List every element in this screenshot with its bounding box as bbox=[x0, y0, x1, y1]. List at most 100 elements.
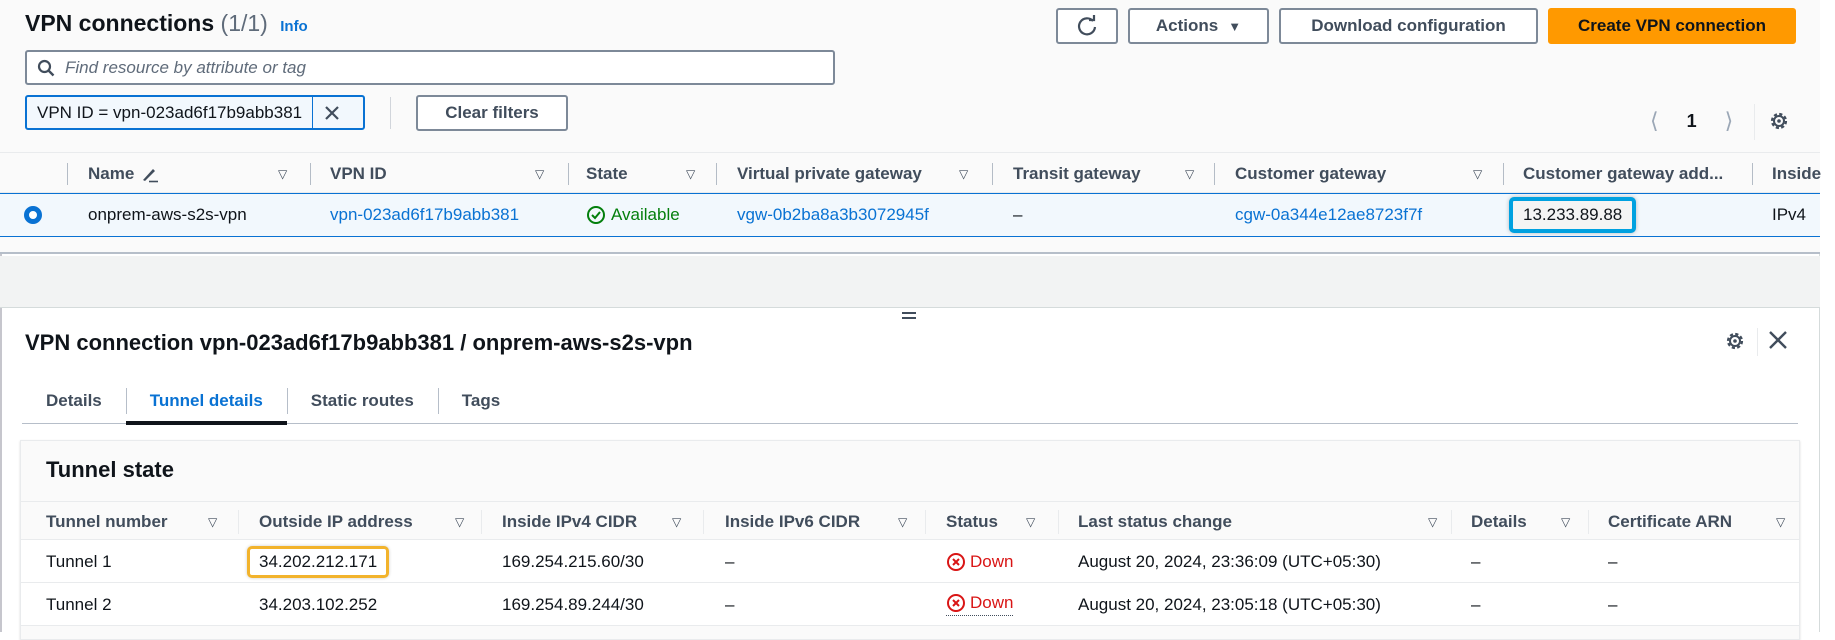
column-header-inside-ipv4[interactable]: Inside IPv4 CIDR ▽ bbox=[502, 502, 681, 541]
cell-tunnel-number: Tunnel 2 bbox=[46, 594, 112, 614]
cell-outside-ip: 34.203.102.252 bbox=[259, 594, 378, 614]
next-page-icon[interactable]: ⟩ bbox=[1725, 108, 1734, 134]
filter-token: VPN ID = vpn-023ad6f17b9abb381 bbox=[25, 95, 365, 130]
tab-details[interactable]: Details bbox=[22, 378, 126, 424]
column-label: VPN ID bbox=[330, 163, 387, 183]
column-label: Virtual private gateway bbox=[737, 163, 922, 183]
sort-icon[interactable]: ▽ bbox=[1473, 167, 1482, 181]
column-header-last-status-change[interactable]: Last status change ▽ bbox=[1078, 502, 1437, 541]
cell-inside-ipv6: – bbox=[725, 594, 735, 614]
search-input[interactable] bbox=[63, 56, 823, 79]
column-header-tunnel-number[interactable]: Tunnel number ▽ bbox=[46, 502, 217, 541]
create-vpn-connection-button[interactable]: Create VPN connection bbox=[1548, 8, 1796, 44]
tunnel-state-title: Tunnel state bbox=[46, 457, 174, 482]
actions-label: Actions bbox=[1155, 16, 1219, 35]
column-header-certificate-arn[interactable]: Certificate ARN ▽ bbox=[1608, 502, 1785, 541]
column-divider bbox=[716, 163, 717, 185]
row-select-radio[interactable] bbox=[24, 194, 42, 236]
column-header-cgw-address[interactable]: Customer gateway add... bbox=[1523, 153, 1723, 194]
filter-token-label: VPN ID = vpn-023ad6f17b9abb381 bbox=[27, 97, 314, 128]
cell-status: Down bbox=[946, 583, 1014, 626]
cell-inside: IPv4 bbox=[1772, 205, 1807, 224]
tab-tunnel-details[interactable]: Tunnel details bbox=[125, 378, 287, 425]
sort-icon[interactable]: ▽ bbox=[1185, 167, 1194, 181]
sort-icon[interactable]: ▽ bbox=[535, 167, 544, 181]
download-configuration-button[interactable]: Download configuration bbox=[1279, 8, 1538, 44]
column-header-state[interactable]: State ▽ bbox=[586, 153, 695, 194]
cell-inside-ipv4: 169.254.215.60/30 bbox=[502, 551, 644, 571]
column-label: Inside IPv4 CIDR bbox=[502, 511, 638, 531]
sort-icon[interactable]: ▽ bbox=[1026, 515, 1035, 529]
vpn-connections-panel: VPN connections (1/1) Info Actions ▼ Dow… bbox=[0, 0, 1821, 254]
vgw-link[interactable]: vgw-0b2ba8a3b3072945f bbox=[737, 194, 929, 236]
close-detail-button[interactable] bbox=[1766, 328, 1790, 357]
sort-icon[interactable]: ▽ bbox=[959, 167, 968, 181]
column-header-inside[interactable]: Inside bbox=[1772, 153, 1821, 194]
column-divider bbox=[568, 163, 569, 185]
actions-dropdown[interactable]: Actions ▼ bbox=[1128, 8, 1269, 44]
column-header-status[interactable]: Status ▽ bbox=[946, 502, 1035, 541]
column-divider bbox=[703, 510, 704, 534]
cell-inside-ipv6: – bbox=[725, 551, 735, 571]
cgw-link[interactable]: cgw-0a344e12ae8723f7f bbox=[1235, 194, 1422, 236]
column-header-details[interactable]: Details ▽ bbox=[1471, 502, 1570, 541]
column-header-vgw[interactable]: Virtual private gateway ▽ bbox=[737, 153, 968, 194]
search-field[interactable] bbox=[25, 50, 835, 85]
sort-icon[interactable]: ▽ bbox=[278, 167, 287, 181]
vpn-connections-table: Name ▽ VPN ID ▽ State ▽ Virtual private … bbox=[0, 152, 1821, 237]
clear-filters-button[interactable]: Clear filters bbox=[416, 95, 568, 131]
sort-icon[interactable]: ▽ bbox=[1776, 515, 1785, 529]
filter-divider bbox=[390, 97, 391, 129]
vpn-id-link[interactable]: vpn-023ad6f17b9abb381 bbox=[330, 194, 519, 236]
column-header-vpn-id[interactable]: VPN ID ▽ bbox=[330, 153, 544, 194]
column-label: Inside IPv6 CIDR bbox=[725, 511, 861, 531]
sort-icon[interactable]: ▽ bbox=[1561, 515, 1570, 529]
radio-selected-icon bbox=[24, 206, 42, 224]
close-icon bbox=[325, 105, 339, 120]
current-page[interactable]: 1 bbox=[1687, 111, 1697, 132]
resize-handle[interactable] bbox=[902, 312, 916, 322]
cell-name: onprem-aws-s2s-vpn bbox=[88, 205, 247, 224]
tab-static-routes[interactable]: Static routes bbox=[286, 378, 438, 424]
sort-icon[interactable]: ▽ bbox=[898, 515, 907, 529]
table-preferences-button[interactable] bbox=[1768, 110, 1790, 137]
column-header-cgw[interactable]: Customer gateway ▽ bbox=[1235, 153, 1482, 194]
check-circle-icon bbox=[587, 206, 605, 224]
split-panel-gutter bbox=[0, 256, 1820, 308]
sort-icon[interactable]: ▽ bbox=[672, 515, 681, 529]
tunnel-row: Tunnel 1 34.202.212.171 169.254.215.60/3… bbox=[21, 540, 1799, 583]
cell-certificate-arn: – bbox=[1608, 551, 1618, 571]
status-badge[interactable]: Down bbox=[946, 593, 1014, 616]
column-header-inside-ipv6[interactable]: Inside IPv6 CIDR ▽ bbox=[725, 502, 907, 541]
cell-tunnel-number: Tunnel 1 bbox=[46, 551, 112, 571]
cgw-address-highlight: 13.233.89.88 bbox=[1509, 197, 1637, 233]
cell-details: – bbox=[1471, 594, 1481, 614]
detail-panel-title: VPN connection vpn-023ad6f17b9abb381 / o… bbox=[25, 330, 693, 355]
column-header-outside-ip[interactable]: Outside IP address ▽ bbox=[259, 502, 464, 541]
column-divider bbox=[1752, 163, 1753, 185]
column-header-name[interactable]: Name ▽ bbox=[88, 153, 287, 194]
remove-filter-button[interactable] bbox=[313, 105, 351, 121]
detail-header-divider bbox=[1757, 328, 1758, 356]
tab-tags[interactable]: Tags bbox=[437, 378, 524, 424]
sort-icon[interactable]: ▽ bbox=[1428, 515, 1437, 529]
sort-icon[interactable]: ▽ bbox=[455, 515, 464, 529]
error-circle-icon bbox=[947, 552, 965, 571]
column-label: State bbox=[586, 163, 628, 183]
column-divider bbox=[1214, 163, 1215, 185]
cell-outside-ip: 34.202.212.171 bbox=[247, 540, 390, 583]
table-row[interactable]: onprem-aws-s2s-vpn vpn-023ad6f17b9abb381… bbox=[0, 193, 1820, 237]
cell-last-status-change: August 20, 2024, 23:05:18 (UTC+05:30) bbox=[1078, 594, 1381, 614]
info-link[interactable]: Info bbox=[280, 18, 308, 35]
sort-icon[interactable]: ▽ bbox=[208, 515, 217, 529]
sort-icon[interactable]: ▽ bbox=[686, 167, 695, 181]
previous-page-icon[interactable]: ⟨ bbox=[1650, 108, 1659, 134]
cell-certificate-arn: – bbox=[1608, 594, 1618, 614]
refresh-button[interactable] bbox=[1056, 8, 1118, 44]
detail-preferences-button[interactable] bbox=[1724, 330, 1746, 357]
column-divider bbox=[481, 510, 482, 534]
tunnel-table-header: Tunnel number ▽ Outside IP address ▽ Ins… bbox=[21, 501, 1799, 540]
column-label: Last status change bbox=[1078, 511, 1232, 531]
column-label: Status bbox=[946, 511, 998, 531]
column-header-tgw[interactable]: Transit gateway ▽ bbox=[1013, 153, 1194, 194]
